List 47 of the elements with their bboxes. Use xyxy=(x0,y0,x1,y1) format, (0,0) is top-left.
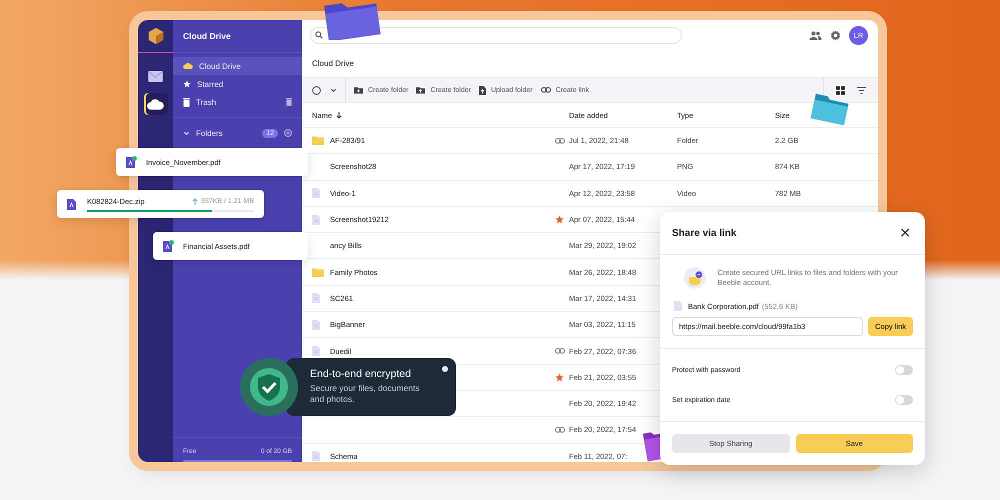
folder-icon xyxy=(312,268,324,277)
sidebar-item[interactable]: Starred xyxy=(173,75,302,93)
search-icon xyxy=(315,31,323,39)
cloud-button[interactable] xyxy=(144,93,168,115)
file-icon xyxy=(312,320,320,330)
folder-plus-icon xyxy=(354,86,363,94)
pdf-file-icon xyxy=(163,240,174,252)
file-icon xyxy=(674,301,682,311)
settings-icon[interactable] xyxy=(830,30,841,40)
cloud-icon xyxy=(147,98,164,110)
breadcrumb[interactable]: Cloud Drive xyxy=(312,59,354,68)
file-icon xyxy=(312,346,320,356)
star-icon xyxy=(183,80,191,88)
pdf-file-icon xyxy=(67,198,78,210)
file-upload-icon xyxy=(478,86,486,94)
trash-icon xyxy=(183,98,190,106)
mail-icon xyxy=(148,70,163,82)
close-button[interactable]: × xyxy=(897,226,913,240)
cloud-icon xyxy=(183,63,193,69)
sidebar-item[interactable]: Cloud Drive xyxy=(173,57,302,75)
toggle-switch[interactable] xyxy=(895,395,913,405)
logo-icon xyxy=(146,27,164,45)
toggle-switch[interactable] xyxy=(895,365,913,375)
notification-text: Secure your files, documents and photos. xyxy=(310,383,421,404)
notification-title: End-to-end encrypted xyxy=(310,368,412,380)
folder-icon xyxy=(810,93,850,125)
grid-view-icon[interactable] xyxy=(836,86,845,94)
select-all-checkbox[interactable] xyxy=(312,86,321,94)
upload-arrow-icon xyxy=(192,198,198,204)
add-icon[interactable] xyxy=(284,129,292,137)
file-icon xyxy=(312,451,320,462)
people-icon[interactable] xyxy=(809,30,822,40)
chevron-icon[interactable] xyxy=(330,86,337,94)
folders-label[interactable]: Folders xyxy=(196,128,256,138)
pdf-file-icon xyxy=(126,156,137,168)
folder-icon xyxy=(312,136,324,146)
dot-icon xyxy=(442,366,448,372)
filter-icon[interactable] xyxy=(857,86,866,94)
folder-upload-icon xyxy=(416,86,426,94)
sidebar-item[interactable]: Trash xyxy=(173,93,302,111)
file-icon xyxy=(312,214,320,225)
link-icon xyxy=(540,87,551,93)
file-icon xyxy=(312,188,320,198)
file-icon xyxy=(312,293,320,304)
drive-title: Cloud Drive xyxy=(173,20,302,53)
link-folder-icon xyxy=(684,265,706,291)
trash-icon[interactable] xyxy=(286,98,292,106)
